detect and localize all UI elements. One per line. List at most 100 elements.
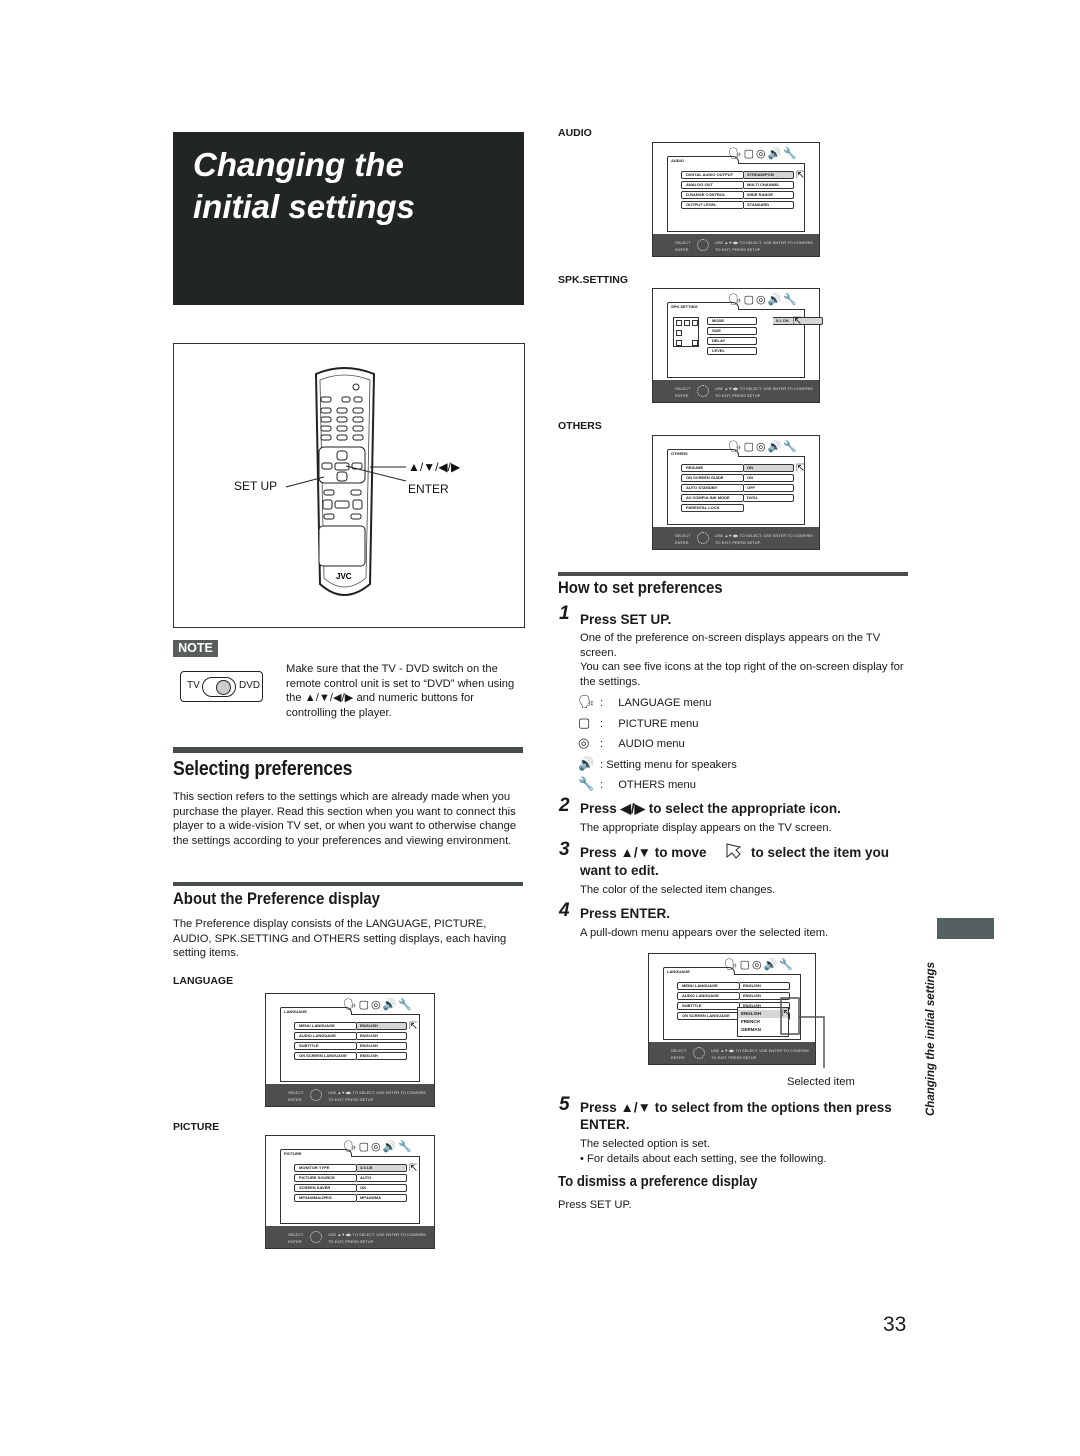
language-screen-caption: LANGUAGE [173,975,234,987]
step-3-title-b: to select the item you [751,845,890,860]
osd-setting-label: AUTO STANDBY [681,484,744,492]
osd-setting-label: OUTPUT LEVEL [681,201,744,209]
osd-footer-message: USE ▲▼◀▶ TO SELECT, USE ENTER TO CONFIRM… [328,1231,426,1245]
osd-setting-row[interactable]: PICTURE SOURCE AUTO [294,1174,407,1182]
osd-setting-row[interactable]: RESUME ON [681,464,794,472]
dpad-icon [697,385,709,397]
osd-setting-value: STANDARD [744,201,794,209]
footer-enter-label: ENTER [675,540,689,545]
remote-illustration: JVC SET UP ▲/▼/◀/▶ ENTER [173,343,525,628]
osd-menu-icons: 🗣▢◎🔊🔧 [342,1141,414,1153]
osd-setting-value: ON [357,1184,407,1192]
switch-tv-label: TV [187,680,200,691]
osd-setting-row[interactable]: MENU LANGUAGE ENGLISH [294,1022,407,1030]
osd-setting-value: DVD1 [744,494,794,502]
step-1-body-1: One of the preference on-screen displays… [580,632,881,659]
audio-icon: ◎ [578,735,590,750]
step-3-body: The color of the selected item changes. [580,884,776,896]
icon-legend-label: PICTURE menu [618,717,699,730]
osd-setting-value: MP3&WMA [357,1194,407,1202]
speaker-box-icon [676,330,682,336]
osd-setting-row[interactable]: DIGITAL AUDIO OUTPUT STREAM/PCM [681,171,794,179]
icon-legend-item: ▢: PICTURE menu [578,715,698,731]
others-screen-caption: OTHERS [558,420,602,432]
step-4-body: A pull-down menu appears over the select… [580,927,829,939]
selecting-preferences-body: This section refers to the settings whic… [173,791,517,847]
osd-setting-row[interactable]: SIZE [707,327,757,335]
osd-setting-value: OFF [744,484,794,492]
footer-select-label: SELECT [675,533,691,538]
osd-footer-message: USE ▲▼◀▶ TO SELECT, USE ENTER TO CONFIRM… [715,239,813,253]
language-icon: 🗣 [578,694,595,709]
setup-button-label: SET UP [234,479,278,493]
dismiss-heading: To dismiss a preference display [558,1173,758,1190]
dpad-icon [697,532,709,544]
osd-setting-row[interactable]: SCREEN SAVER ON [294,1184,407,1192]
footer-msg-line1: USE ▲▼◀▶ TO SELECT, USE ENTER TO CONFIRM [328,1090,426,1095]
footer-select-label: SELECT [675,386,691,391]
osd-footer: SELECT ENTER USE ▲▼◀▶ TO SELECT, USE ENTER… [266,1084,434,1106]
how-to-set-preferences-heading: How to set preferences [558,578,723,597]
osd-setting-row[interactable]: OUTPUT LEVEL STANDARD [681,201,794,209]
footer-enter-label: ENTER [288,1097,302,1102]
section-rule [173,747,523,753]
osd-setting-row[interactable]: ANALOG OUT MULTI CHANNEL [681,181,794,189]
remote-control-image: JVC [285,367,407,596]
about-preference-display-heading: About the Preference display [173,889,381,908]
speaker-box-icon [692,320,698,326]
footer-enter-label: ENTER [675,393,689,398]
chapter-side-label: Changing the initial settings [925,962,937,1116]
spk-setting-osd-screen: SPK.SETTING 🗣▢◎🔊🔧 MODE 5.1 CH. SIZE DELAY LEVE… [652,288,823,403]
icon-legend-label: OTHERS menu [618,779,696,791]
osd-footer-keys: SELECT ENTER [288,1089,304,1103]
osd-setting-value: ON [744,474,794,482]
osd-setting-row[interactable]: AUDIO LANGUAGE ENGLISH [677,992,790,1000]
footer-select-label: SELECT [288,1232,304,1237]
osd-setting-row[interactable]: AUDIO LANGUAGE ENGLISH [294,1032,407,1040]
osd-setting-label: AUDIO LANGUAGE [294,1032,357,1040]
osd-setting-label: DIGITAL AUDIO OUTPUT [681,171,744,179]
selecting-preferences-heading: Selecting preferences [173,758,353,780]
osd-menu-icons: 🗣▢◎🔊🔧 [342,999,414,1011]
step-2-body: The appropriate display appears on the T… [580,822,832,834]
osd-setting-label: RESUME [681,464,744,472]
about-preference-display-body: The Preference display consists of the L… [173,918,507,960]
icon-legend-item: 🗣: LANGUAGE menu [578,694,711,710]
osd-setting-row[interactable]: MP3&WMA/JPEG MP3&WMA [294,1194,407,1202]
osd-setting-row[interactable]: AV COMPULINK MODE DVD1 [681,494,794,502]
icon-legend-item: ◎: AUDIO menu [578,735,685,751]
osd-setting-row[interactable]: PARENTAL LOCK [681,504,744,512]
osd-setting-label: D.RANGE CONTROL [681,191,744,199]
osd-setting-row[interactable]: ON SCREEN GUIDE ON [681,474,794,482]
enter-button-label: ENTER [408,482,449,496]
osd-setting-row[interactable]: SUBTITLE ENGLISH [294,1042,407,1050]
osd-setting-value: ENGLISH [357,1032,407,1040]
icon-legend-sep: : [600,738,604,750]
osd-setting-label: ON SCREEN LANGUAGE [677,1012,740,1020]
osd-setting-row[interactable]: ON SCREEN LANGUAGEENGLISH [294,1052,407,1060]
section-rule [173,882,523,886]
osd-setting-value: STREAM/PCM [744,171,794,179]
osd-setting-row[interactable]: MONITOR TYPE 4:3 LB [294,1164,407,1172]
selected-item-callout-label: Selected item [787,1076,855,1088]
osd-setting-label: SUBTITLE [294,1042,357,1050]
icon-legend-item: 🔊: Setting menu for speakers [578,756,737,772]
osd-setting-value: 4:3 LB [357,1164,407,1172]
step-1-title: Press SET UP. [580,612,672,627]
osd-setting-row[interactable]: MENU LANGUAGE ENGLISH [677,982,790,990]
selection-cursor-icon: ⇱ [796,170,805,181]
osd-footer-keys: SELECT ENTER [675,532,691,546]
osd-setting-row[interactable]: AUTO STANDBY OFF [681,484,794,492]
tv-dvd-switch-illustration: TV DVD [180,671,263,702]
osd-setting-row[interactable]: MODE 5.1 CH. [707,317,823,325]
osd-setting-row[interactable]: D.RANGE CONTROL WIDE RANGE [681,191,794,199]
footer-msg-line1: USE ▲▼◀▶ TO SELECT, USE ENTER TO CONFIRM [715,240,813,245]
osd-setting-value: ENGLISH [357,1052,407,1060]
step-5-title: Press ▲/▼ to select from the options the… [580,1100,892,1132]
osd-setting-row[interactable]: DELAY [707,337,757,345]
osd-footer-keys: SELECT ENTER [675,385,691,399]
wrench-icon: 🔧 [578,776,595,791]
icon-legend-sep: : [600,779,604,791]
footer-msg-line1: USE ▲▼◀▶ TO SELECT, USE ENTER TO CONFIRM [328,1232,426,1237]
osd-setting-row[interactable]: LEVEL [707,347,757,355]
